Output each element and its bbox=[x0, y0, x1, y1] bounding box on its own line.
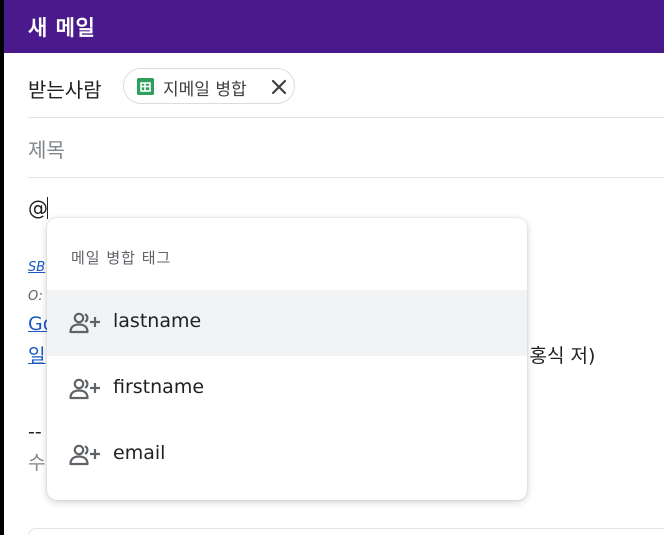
body-fragment-sb[interactable]: SB bbox=[28, 260, 45, 275]
person-add-icon bbox=[69, 443, 101, 467]
recipient-chip[interactable]: 지메일 병합 bbox=[123, 68, 295, 104]
recipient-chip-label: 지메일 병합 bbox=[163, 80, 247, 100]
to-field-row[interactable]: 받는사람 지메일 병합 bbox=[28, 55, 664, 118]
menu-item-email[interactable]: email bbox=[47, 422, 527, 488]
quoted-content-box bbox=[28, 528, 664, 535]
to-label: 받는사람 bbox=[28, 78, 102, 102]
person-add-icon bbox=[69, 377, 101, 401]
google-sheets-icon bbox=[137, 78, 154, 95]
body-fragment-su: 수 bbox=[28, 452, 46, 474]
signature-separator: -- bbox=[28, 421, 42, 443]
person-add-icon bbox=[69, 311, 101, 335]
subject-placeholder: 제목 bbox=[28, 138, 65, 162]
typed-text: @ bbox=[28, 196, 48, 220]
menu-item-label: firstname bbox=[113, 376, 205, 398]
text-caret bbox=[47, 197, 48, 219]
menu-header: 메일 병합 태그 bbox=[71, 249, 172, 267]
mail-merge-tag-menu: 메일 병합 태그 lastname firstname email bbox=[47, 218, 527, 500]
body-fragment-o: O: bbox=[28, 289, 43, 304]
subject-field[interactable]: 제목 bbox=[28, 118, 664, 178]
menu-item-label: lastname bbox=[113, 310, 202, 332]
close-icon[interactable] bbox=[269, 77, 289, 97]
compose-title: 새 메일 bbox=[28, 16, 96, 40]
compose-title-bar[interactable]: 새 메일 bbox=[4, 0, 664, 53]
menu-item-label: email bbox=[113, 442, 166, 464]
body-fragment-il[interactable]: 일 bbox=[28, 341, 45, 368]
menu-item-firstname[interactable]: firstname bbox=[47, 356, 527, 422]
menu-item-lastname[interactable]: lastname bbox=[47, 290, 527, 356]
